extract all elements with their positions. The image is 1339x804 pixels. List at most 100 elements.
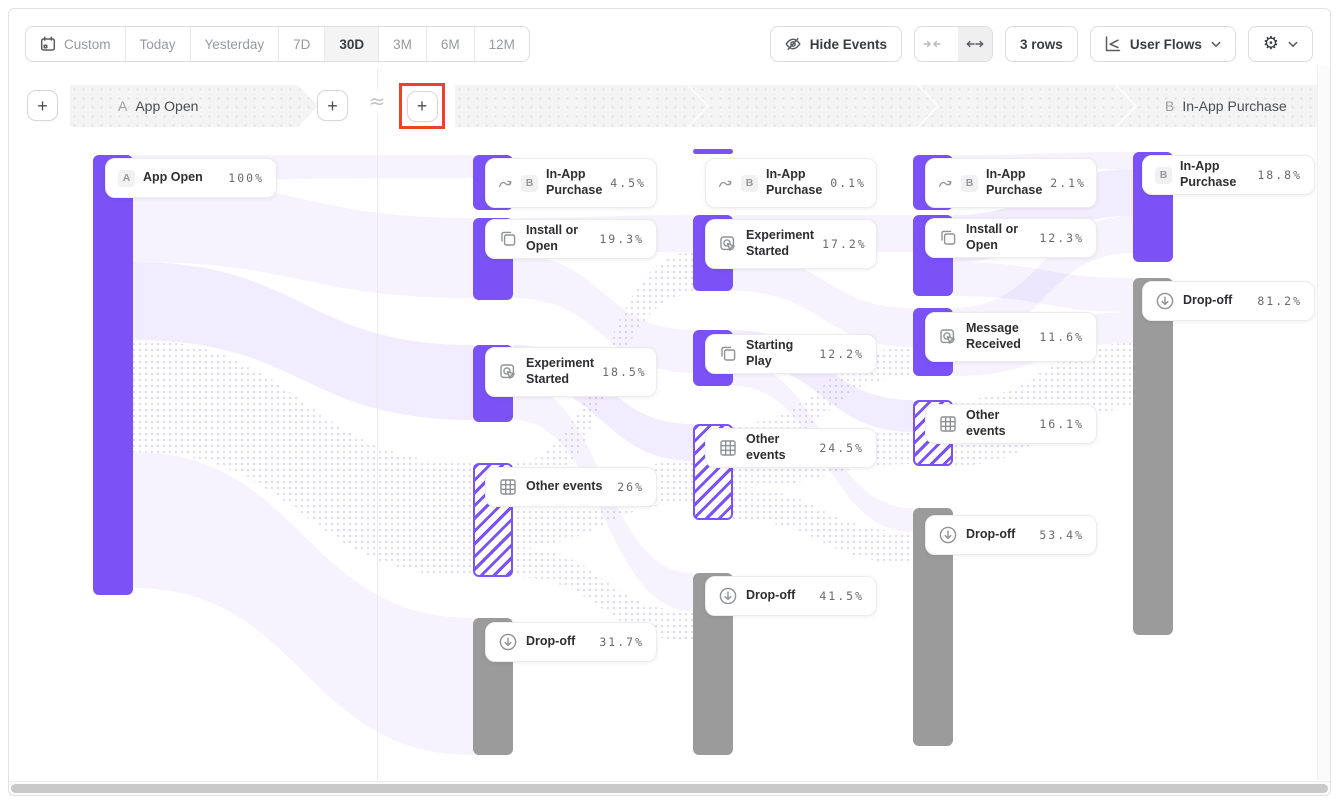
rows-label: 3 rows bbox=[1020, 37, 1063, 52]
date-range-selector: Custom Today Yesterday 7D 30D 3M 6M 12M bbox=[25, 26, 530, 62]
flow-node-bar[interactable] bbox=[93, 155, 133, 595]
collapse-columns-button[interactable] bbox=[915, 27, 949, 61]
step-badge: B bbox=[741, 175, 758, 192]
skip-arrow-icon bbox=[498, 176, 513, 191]
step-b-letter: B bbox=[1165, 98, 1174, 114]
click-icon bbox=[938, 327, 958, 347]
step-badge: B bbox=[961, 175, 978, 192]
step-b-label: In-App Purchase bbox=[1182, 98, 1286, 114]
anchor-divider bbox=[377, 68, 378, 780]
date-range-label: Custom bbox=[64, 37, 111, 52]
grid-icon bbox=[718, 438, 738, 458]
date-range-today[interactable]: Today bbox=[126, 27, 191, 61]
collapse-arrows-icon bbox=[923, 39, 941, 49]
step-a-letter: A bbox=[118, 98, 127, 114]
date-range-6m[interactable]: 6M bbox=[427, 27, 475, 61]
date-range-label: 3M bbox=[393, 37, 412, 52]
flow-node-card[interactable]: Experiment Started 18.5% bbox=[485, 347, 657, 397]
dropoff-icon bbox=[938, 525, 958, 545]
flow-node-card[interactable]: A App Open 100% bbox=[105, 158, 277, 198]
flow-node-card[interactable]: Drop-off 53.4% bbox=[925, 515, 1097, 555]
step-band-3[interactable] bbox=[689, 85, 937, 127]
flow-node-card[interactable]: Drop-off 81.2% bbox=[1142, 281, 1315, 321]
settings-dropdown[interactable]: ⚙ bbox=[1248, 26, 1313, 62]
flow-node-card[interactable]: B In-App Purchase 4.5% bbox=[485, 158, 657, 208]
flow-node-card[interactable]: Message Received 11.6% bbox=[925, 312, 1097, 362]
flow-node-card[interactable]: Install or Open 19.3% bbox=[485, 219, 657, 259]
date-range-label: 30D bbox=[339, 37, 364, 52]
hide-events-label: Hide Events bbox=[810, 37, 887, 52]
add-step-button-start[interactable]: + bbox=[27, 90, 58, 121]
flow-node-card[interactable]: Drop-off 41.5% bbox=[705, 576, 877, 616]
step-badge: B bbox=[521, 175, 538, 192]
skip-arrow-icon bbox=[938, 176, 953, 191]
flow-node-card[interactable]: Install or Open 12.3% bbox=[925, 218, 1097, 258]
app-icon bbox=[498, 229, 518, 249]
toolbar: Custom Today Yesterday 7D 30D 3M 6M 12M … bbox=[25, 26, 1313, 62]
expand-columns-button[interactable] bbox=[958, 27, 992, 61]
vertical-scrollbar[interactable] bbox=[1317, 66, 1330, 780]
date-range-3m[interactable]: 3M bbox=[379, 27, 427, 61]
break-approx-icon: ≈ bbox=[364, 90, 390, 114]
date-range-label: 6M bbox=[441, 37, 460, 52]
step-a-label: App Open bbox=[135, 98, 198, 114]
flow-node-card[interactable]: B In-App Purchase 18.8% bbox=[1142, 155, 1315, 195]
view-selector-dropdown[interactable]: User Flows bbox=[1090, 26, 1236, 62]
horizontal-scrollbar-thumb[interactable] bbox=[11, 784, 1328, 793]
flow-node-card[interactable]: Other events 26% bbox=[485, 467, 657, 507]
grid-icon bbox=[938, 414, 958, 434]
click-icon bbox=[498, 362, 518, 382]
step-band-2[interactable] bbox=[455, 85, 707, 127]
dropoff-icon bbox=[718, 586, 738, 606]
step-badge: A bbox=[118, 170, 135, 187]
add-step-button-after-a[interactable]: + bbox=[317, 90, 348, 121]
column-width-toggle bbox=[914, 26, 993, 62]
horizontal-scrollbar[interactable] bbox=[9, 781, 1330, 795]
dropoff-icon bbox=[1155, 291, 1175, 311]
date-range-12m[interactable]: 12M bbox=[475, 27, 529, 61]
grid-icon bbox=[498, 477, 518, 497]
plus-icon: + bbox=[37, 97, 48, 115]
date-range-yesterday[interactable]: Yesterday bbox=[191, 27, 280, 61]
step-badge: B bbox=[1155, 167, 1172, 184]
eye-off-icon bbox=[785, 36, 801, 52]
flow-node-card[interactable]: B In-App Purchase 2.1% bbox=[925, 158, 1097, 208]
step-band-4[interactable] bbox=[919, 85, 1135, 127]
date-range-label: 7D bbox=[293, 37, 310, 52]
date-range-30d[interactable]: 30D bbox=[325, 27, 379, 61]
gear-icon: ⚙ bbox=[1263, 35, 1279, 53]
step-band-b[interactable]: B In-App Purchase bbox=[1117, 85, 1325, 127]
toolbar-right: Hide Events 3 rows User Flows ⚙ bbox=[770, 26, 1313, 62]
add-step-button-highlighted[interactable]: + bbox=[407, 91, 438, 122]
expand-arrows-icon bbox=[966, 39, 984, 49]
date-range-label: Yesterday bbox=[205, 37, 265, 52]
plus-icon: + bbox=[327, 97, 338, 115]
flow-node-card[interactable]: Other events 16.1% bbox=[925, 404, 1097, 444]
app-icon bbox=[718, 344, 738, 364]
dropoff-icon bbox=[498, 632, 518, 652]
flow-node-bar[interactable] bbox=[693, 149, 733, 154]
date-range-label: 12M bbox=[489, 37, 515, 52]
step-band-a[interactable]: A App Open bbox=[70, 85, 318, 127]
skip-arrow-icon bbox=[718, 176, 733, 191]
chevron-down-icon bbox=[1211, 41, 1221, 48]
calendar-icon bbox=[40, 36, 56, 52]
date-range-7d[interactable]: 7D bbox=[279, 27, 325, 61]
date-range-label: Today bbox=[140, 37, 176, 52]
flow-node-card[interactable]: Experiment Started 17.2% bbox=[705, 219, 877, 269]
flow-node-card[interactable]: B In-App Purchase 0.1% bbox=[705, 158, 877, 208]
hide-events-button[interactable]: Hide Events bbox=[770, 26, 902, 62]
chevron-down-icon bbox=[1288, 41, 1298, 48]
date-range-custom[interactable]: Custom bbox=[26, 27, 126, 61]
app-icon bbox=[938, 228, 958, 248]
view-selector-label: User Flows bbox=[1130, 37, 1202, 52]
plus-icon: + bbox=[417, 97, 428, 115]
highlight-box: + bbox=[399, 83, 445, 129]
flow-node-bar[interactable] bbox=[1133, 278, 1173, 635]
rows-button[interactable]: 3 rows bbox=[1005, 26, 1078, 62]
flow-node-card[interactable]: Other events 24.5% bbox=[705, 428, 877, 468]
flow-node-card[interactable]: Drop-off 31.7% bbox=[485, 622, 657, 662]
line-chart-icon bbox=[1105, 36, 1121, 52]
flow-node-card[interactable]: Starting Play 12.2% bbox=[705, 334, 877, 374]
click-icon bbox=[718, 234, 738, 254]
